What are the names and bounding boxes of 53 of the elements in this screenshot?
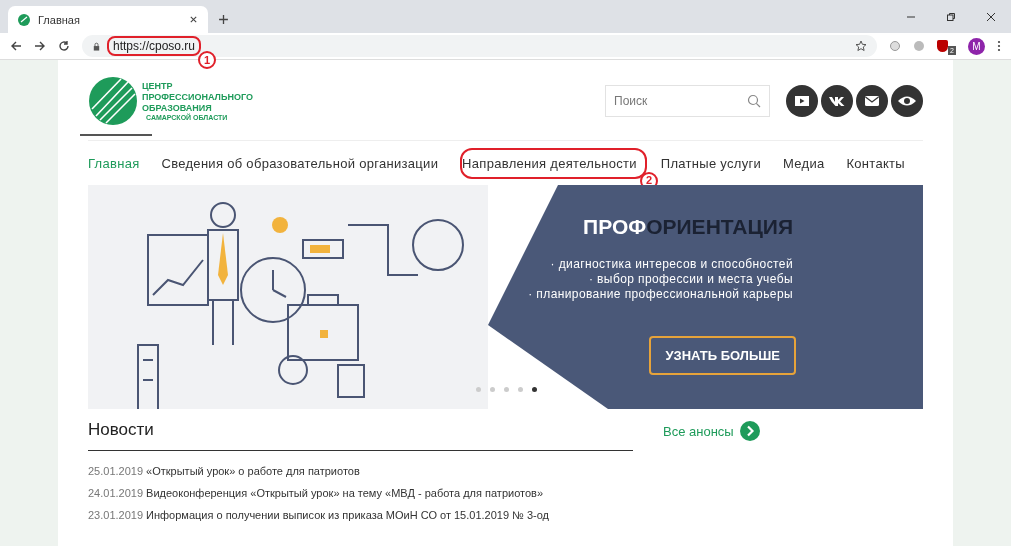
star-icon[interactable] <box>855 40 868 52</box>
nav-link[interactable]: Направления деятельности <box>460 147 647 179</box>
banner-text: · выбор профессии и места учебы <box>588 272 793 287</box>
news-date: 24.01.2019 <box>88 487 144 499</box>
slider-dot[interactable] <box>504 387 509 392</box>
leaf-logo-icon <box>18 13 30 26</box>
menu-icon[interactable] <box>997 40 1001 52</box>
nav-link[interactable]: Контакты <box>846 149 913 177</box>
learn-more-button[interactable]: УЗНАТЬ БОЛЬШЕ <box>649 336 796 375</box>
browser-tab[interactable]: Главная <box>8 6 208 33</box>
nav-link[interactable]: Сведения об образовательной организации <box>161 149 447 177</box>
banner-text: · диагностика интересов и способностей <box>550 257 793 272</box>
close-icon[interactable] <box>986 12 996 22</box>
url-text: https://cposo.ru <box>107 36 202 56</box>
play-icon[interactable] <box>786 85 818 117</box>
tab-title: Главная <box>38 13 81 26</box>
envelope-icon[interactable] <box>856 85 888 117</box>
restore-icon[interactable] <box>946 12 956 22</box>
banner-title: ПРОФОРИЕНТАЦИЯ <box>583 215 793 239</box>
search-icon <box>747 94 761 108</box>
address-field[interactable]: https://cposo.ru <box>82 35 878 57</box>
slider-dot[interactable] <box>532 387 537 392</box>
nav-link[interactable]: Главная <box>88 149 148 177</box>
news-link[interactable]: Видеоконференция «Открытый урок» на тему «МВД - работа для патриотов» <box>146 487 544 499</box>
news-date: 25.01.2019 <box>88 465 144 477</box>
logo-text: ЦЕНТР <box>142 81 174 92</box>
logo-text: ОБРАЗОВАНИЯ <box>142 103 213 113</box>
new-tab-icon[interactable] <box>218 14 229 25</box>
logo-emblem-icon <box>88 76 138 126</box>
forward-arrow-icon[interactable] <box>34 40 46 52</box>
news-link[interactable]: Информация о получении выписок из приказа МОиН СО от 15.01.2019 № 3-од <box>146 509 550 521</box>
all-announcements-link[interactable]: Все анонсы <box>663 423 734 439</box>
news-heading: Новости <box>88 414 633 451</box>
chevron-right-icon[interactable] <box>739 421 760 441</box>
vk-icon[interactable] <box>821 85 853 117</box>
slider-dot[interactable] <box>518 387 523 392</box>
slider-dot[interactable] <box>476 387 481 392</box>
search-field[interactable]: Поиск <box>605 85 770 117</box>
eye-icon[interactable] <box>891 85 923 117</box>
slider-dot[interactable] <box>490 387 495 392</box>
nav-link[interactable]: Платные услуги <box>660 149 770 177</box>
active-tab-indicator <box>80 133 152 136</box>
profile-avatar[interactable]: M <box>968 37 985 55</box>
news-link[interactable]: «Открытый урок» о работе для патриотов <box>146 465 360 477</box>
shield-extension-icon[interactable] <box>937 40 949 52</box>
logo-text: ПРОФЕССИОНАЛЬНОГО <box>142 92 253 103</box>
back-arrow-icon[interactable] <box>10 40 22 52</box>
close-icon[interactable] <box>189 15 198 24</box>
news-date: 23.01.2019 <box>88 509 144 521</box>
reload-icon[interactable] <box>58 40 70 52</box>
nav-link[interactable]: Медиа <box>783 149 833 177</box>
banner-text: · планирование профессиональной карьеры <box>528 287 793 302</box>
lock-icon <box>92 41 101 51</box>
